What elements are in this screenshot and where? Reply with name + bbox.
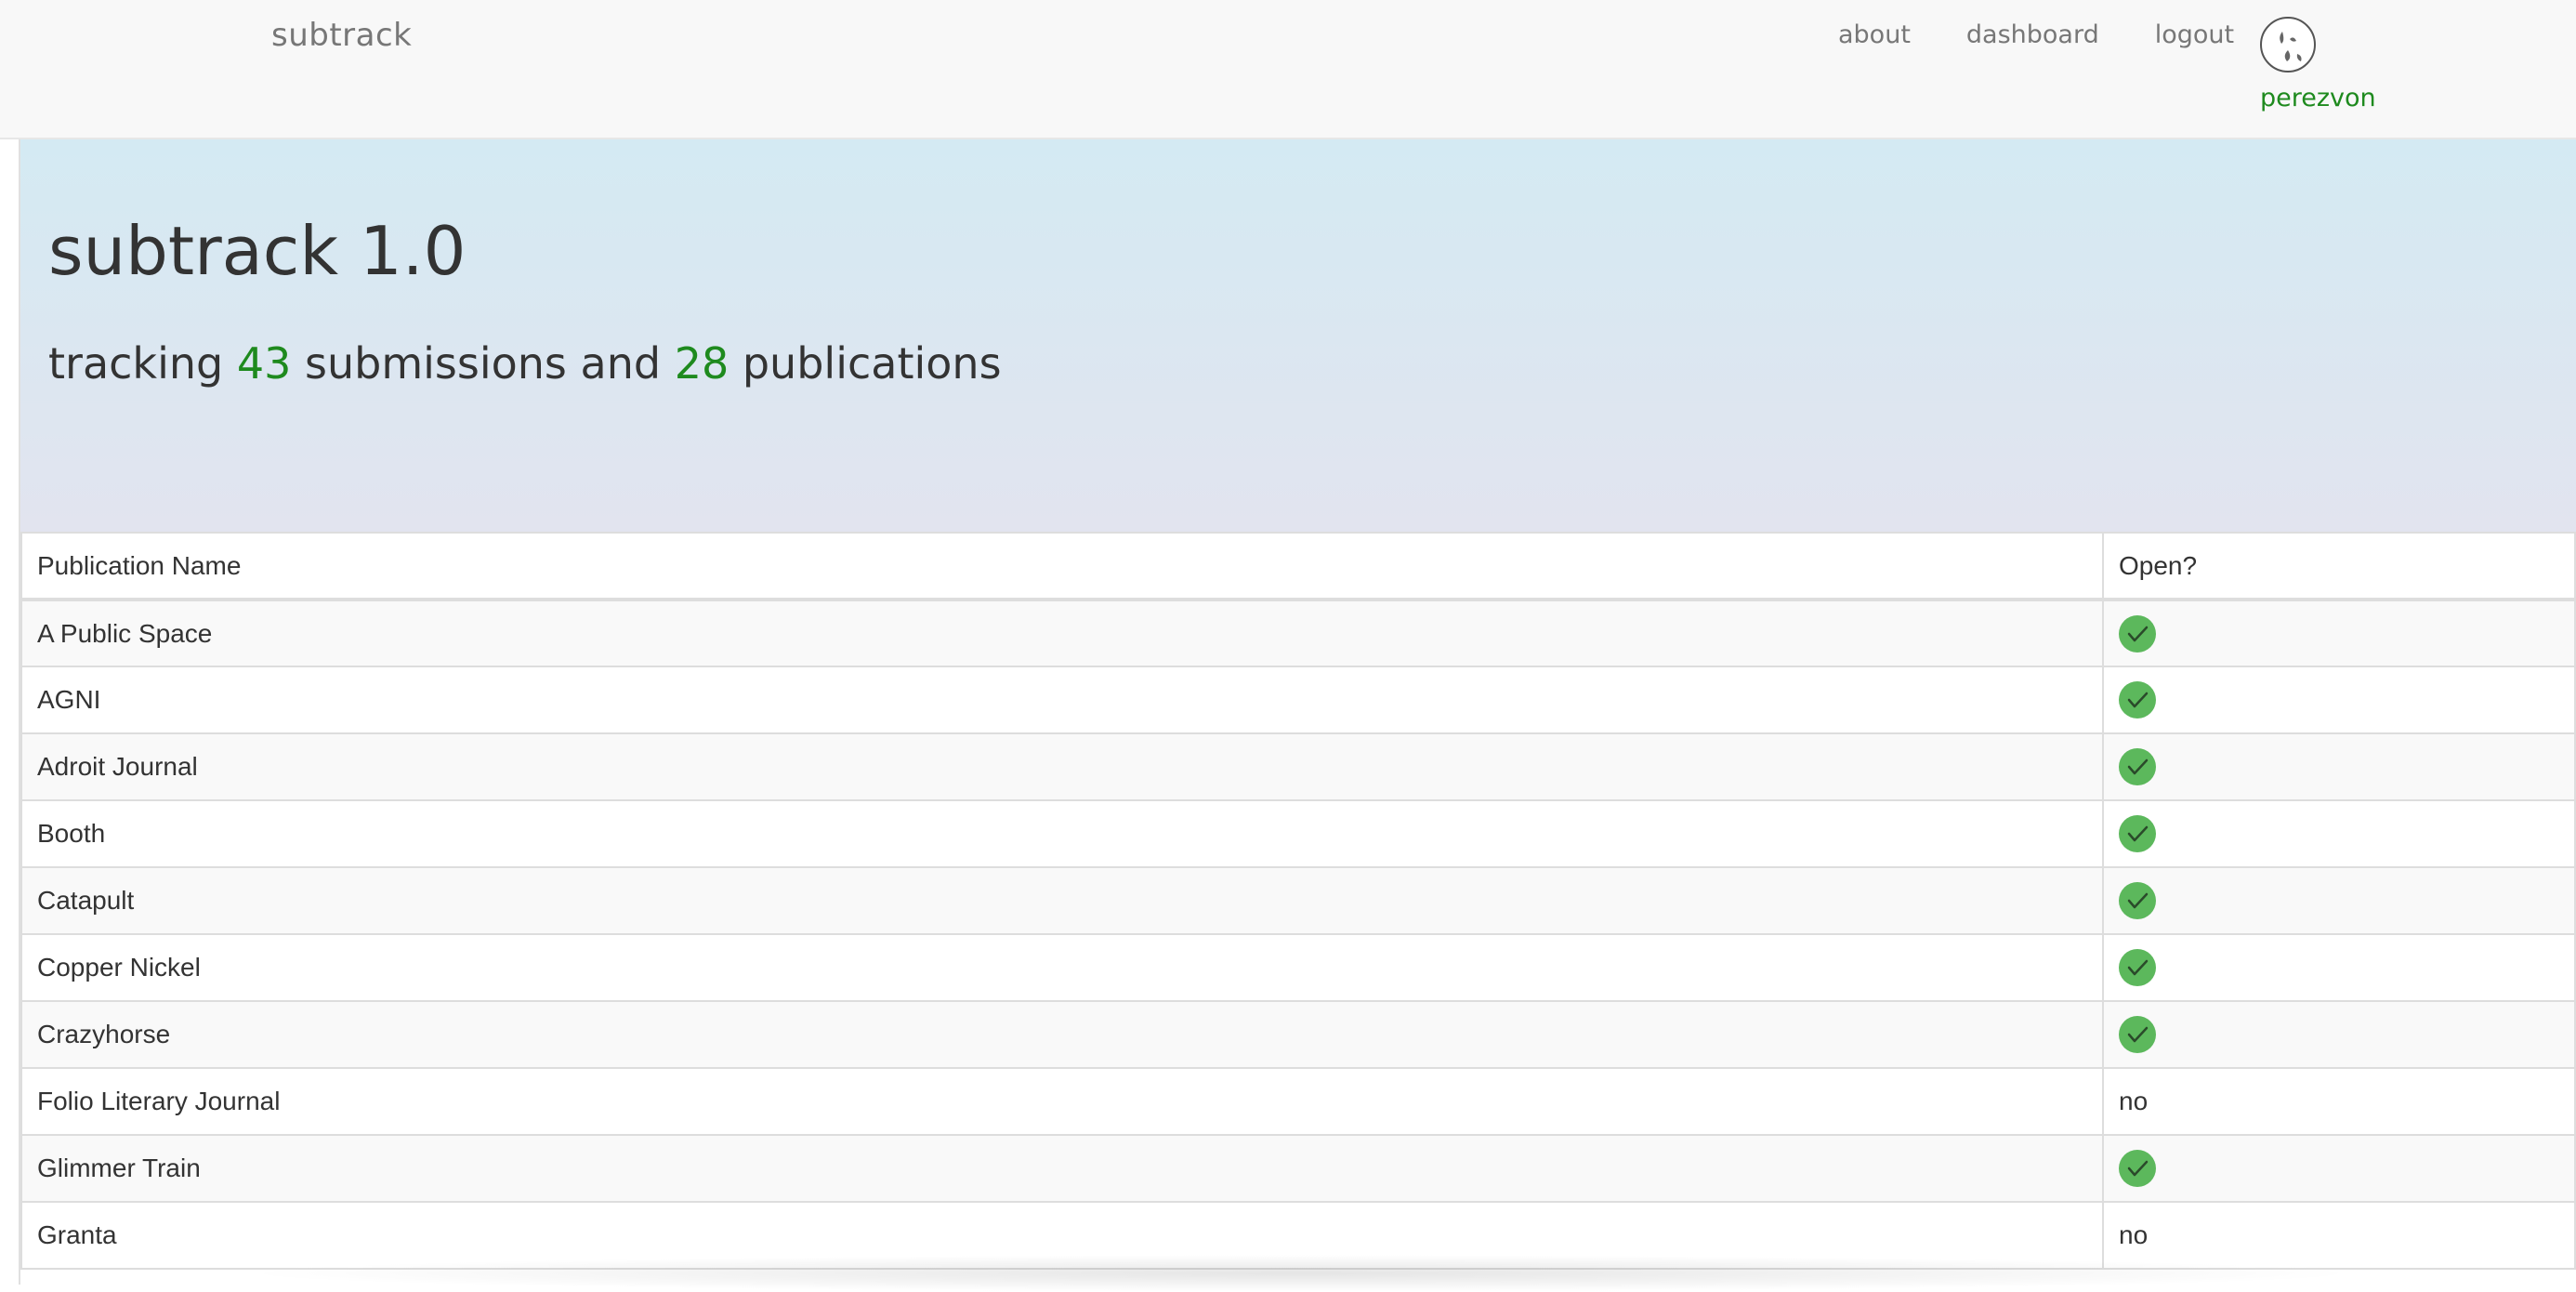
publication-name-cell: A Public Space bbox=[20, 599, 2104, 667]
table-row: Glimmer Train bbox=[20, 1134, 2576, 1203]
open-status-cell bbox=[2102, 1134, 2576, 1203]
green-check-icon bbox=[2119, 949, 2156, 986]
publication-name-cell: Adroit Journal bbox=[20, 732, 2104, 801]
open-status-cell bbox=[2102, 1000, 2576, 1069]
publication-name-cell: Booth bbox=[20, 799, 2104, 868]
table-row: Catapult bbox=[20, 866, 2576, 935]
publication-name-cell: Catapult bbox=[20, 866, 2104, 935]
open-status-text: no bbox=[2119, 1220, 2149, 1249]
table-row: Booth bbox=[20, 799, 2576, 868]
left-border bbox=[0, 139, 20, 1285]
summary-prefix: tracking bbox=[48, 338, 224, 389]
table-row: Folio Literary Journal no bbox=[20, 1067, 2576, 1136]
open-status-cell bbox=[2102, 599, 2576, 667]
table-row: Crazyhorse bbox=[20, 1000, 2576, 1069]
open-status-cell bbox=[2102, 866, 2576, 935]
nav-about-link[interactable]: about bbox=[1838, 20, 1911, 49]
table-row: AGNI bbox=[20, 666, 2576, 734]
green-check-icon bbox=[2119, 1150, 2156, 1187]
publication-name-cell: Folio Literary Journal bbox=[20, 1067, 2104, 1136]
submissions-count: 43 bbox=[236, 338, 292, 389]
publication-name-cell: Crazyhorse bbox=[20, 1000, 2104, 1069]
summary-suffix: publications bbox=[742, 338, 1002, 389]
nav-logout-link[interactable]: logout bbox=[2155, 20, 2234, 49]
green-check-icon bbox=[2119, 681, 2156, 719]
table-row: Adroit Journal bbox=[20, 732, 2576, 801]
publication-name-cell: Granta bbox=[20, 1201, 2104, 1270]
green-check-icon bbox=[2119, 1016, 2156, 1053]
green-check-icon bbox=[2119, 614, 2156, 653]
username-link[interactable]: perezvon bbox=[2260, 84, 2376, 112]
navbar: subtrack about dashboard logout perezvon bbox=[0, 0, 2576, 139]
user-menu[interactable]: perezvon bbox=[2260, 17, 2376, 112]
publications-table: Publication Name Open? A Public Space AGN… bbox=[20, 532, 2576, 1270]
tracking-summary: tracking 43 submissions and 28 publicati… bbox=[48, 338, 1002, 389]
table-body: A Public Space AGNI Adroit Journal Booth Cat… bbox=[20, 599, 2576, 1270]
open-status-cell bbox=[2102, 933, 2576, 1002]
summary-middle: submissions and bbox=[305, 338, 662, 389]
page-title: subtrack 1.0 bbox=[48, 212, 467, 290]
green-check-icon bbox=[2119, 815, 2156, 852]
column-header-publication-name[interactable]: Publication Name bbox=[20, 532, 2104, 601]
publications-count: 28 bbox=[674, 338, 729, 389]
table-row: Granta no bbox=[20, 1201, 2576, 1270]
publication-name-cell: Glimmer Train bbox=[20, 1134, 2104, 1203]
open-status-text: no bbox=[2119, 1087, 2149, 1115]
table-row: Copper Nickel bbox=[20, 933, 2576, 1002]
open-status-cell bbox=[2102, 732, 2576, 801]
nav-dashboard-link[interactable]: dashboard bbox=[1966, 20, 2099, 49]
green-check-icon bbox=[2119, 748, 2156, 785]
nav-links: about dashboard logout bbox=[1838, 20, 2290, 49]
open-status-cell: no bbox=[2102, 1067, 2576, 1136]
table-row: A Public Space bbox=[20, 599, 2576, 667]
open-status-cell bbox=[2102, 666, 2576, 734]
publication-name-cell: AGNI bbox=[20, 666, 2104, 734]
column-header-open[interactable]: Open? bbox=[2102, 532, 2576, 601]
jumbotron: subtrack 1.0 tracking 43 submissions and… bbox=[20, 139, 2576, 532]
publication-name-cell: Copper Nickel bbox=[20, 933, 2104, 1002]
table-header-row: Publication Name Open? bbox=[20, 532, 2576, 601]
brand-link[interactable]: subtrack bbox=[271, 17, 412, 54]
open-status-cell bbox=[2102, 799, 2576, 868]
user-avatar-icon[interactable] bbox=[2260, 17, 2316, 73]
open-status-cell: no bbox=[2102, 1201, 2576, 1270]
green-check-icon bbox=[2119, 882, 2156, 919]
